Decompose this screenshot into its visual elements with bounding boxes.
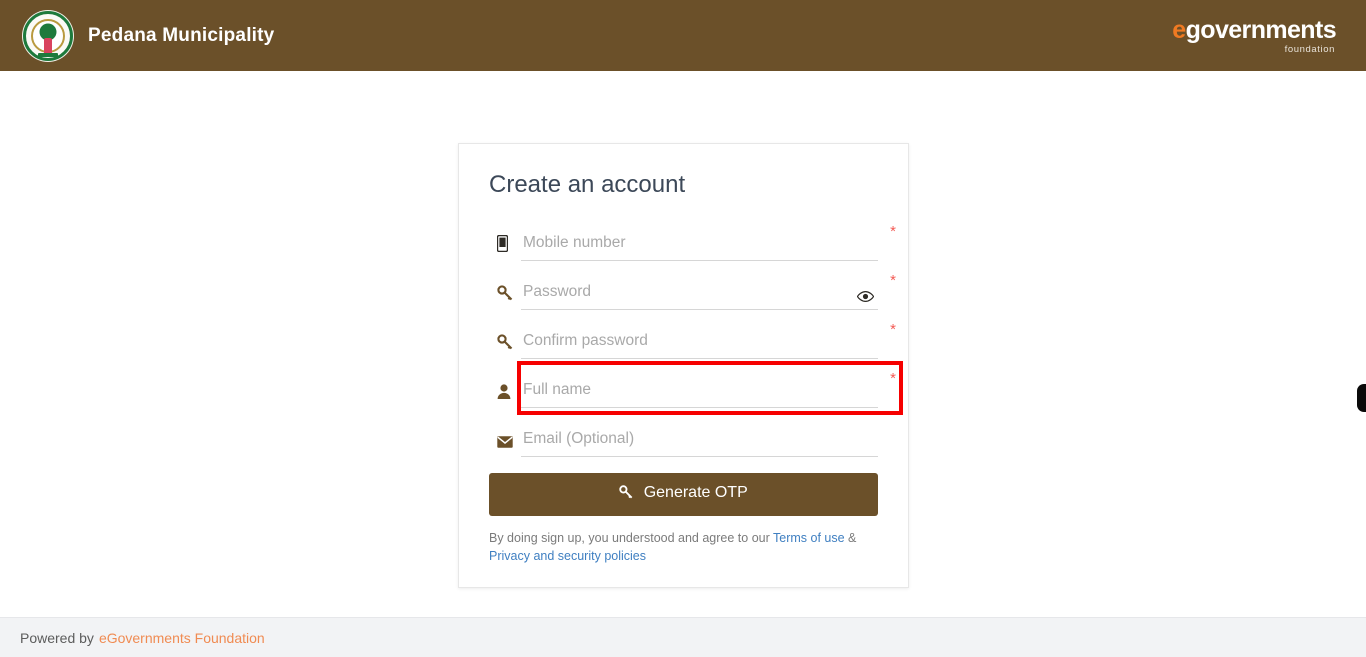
field-full-name: * [489,361,903,415]
required-asterisk: * [890,223,896,240]
footer-egov-link[interactable]: eGovernments Foundation [99,630,265,646]
field-password: * [489,270,896,310]
ap-state-emblem-icon [22,9,74,62]
egovernments-logo: egovernments foundation [1172,17,1336,54]
key-icon [489,334,521,359]
create-account-card: Create an account * * [458,143,909,589]
field-confirm-password: * [489,319,896,359]
required-asterisk: * [890,370,896,387]
brand: Pedana Municipality [22,9,275,62]
email-input-wrap [521,426,878,457]
key-icon [619,485,637,503]
side-drawer-handle[interactable] [1357,384,1366,412]
egov-e-mark: e [1172,15,1186,44]
confirm-password-input-wrap: * [521,322,896,359]
mobile-icon [489,235,521,261]
egov-word: governments [1185,15,1337,44]
page-title: Pedana Municipality [88,24,275,46]
app-footer: Powered by eGovernments Foundation [0,617,1366,657]
terms-separator: & [844,531,857,545]
confirm-password-input[interactable] [521,328,878,358]
privacy-policy-link[interactable]: Privacy and security policies [489,549,646,563]
eye-icon[interactable] [857,291,874,302]
mobile-number-input[interactable] [521,230,878,260]
field-email [489,417,878,457]
password-input[interactable] [521,279,878,309]
terms-text: By doing sign up, you understood and agr… [489,529,878,565]
key-icon [489,285,521,310]
required-asterisk: * [890,321,896,338]
field-mobile-number: * [489,221,896,261]
card-title: Create an account [489,171,686,198]
terms-of-use-link[interactable]: Terms of use [773,531,845,545]
generate-otp-button[interactable]: Generate OTP [489,473,878,516]
email-input[interactable] [521,426,878,456]
envelope-icon [489,436,521,457]
main-content: Create an account * * [0,71,1366,617]
user-icon [489,384,521,408]
mobile-number-input-wrap: * [521,224,896,261]
egovernments-wordmark: egovernments [1172,17,1336,42]
generate-otp-label: Generate OTP [643,484,748,501]
terms-prefix: By doing sign up, you understood and agr… [489,531,774,545]
footer-prefix: Powered by [20,629,94,646]
password-input-wrap: * [521,273,896,310]
full-name-input-wrap: * [521,371,896,408]
egov-subtitle: foundation [1284,43,1335,55]
app-header: Pedana Municipality egovernments foundat… [0,0,1366,71]
required-asterisk: * [890,272,896,289]
full-name-input[interactable] [521,377,878,407]
